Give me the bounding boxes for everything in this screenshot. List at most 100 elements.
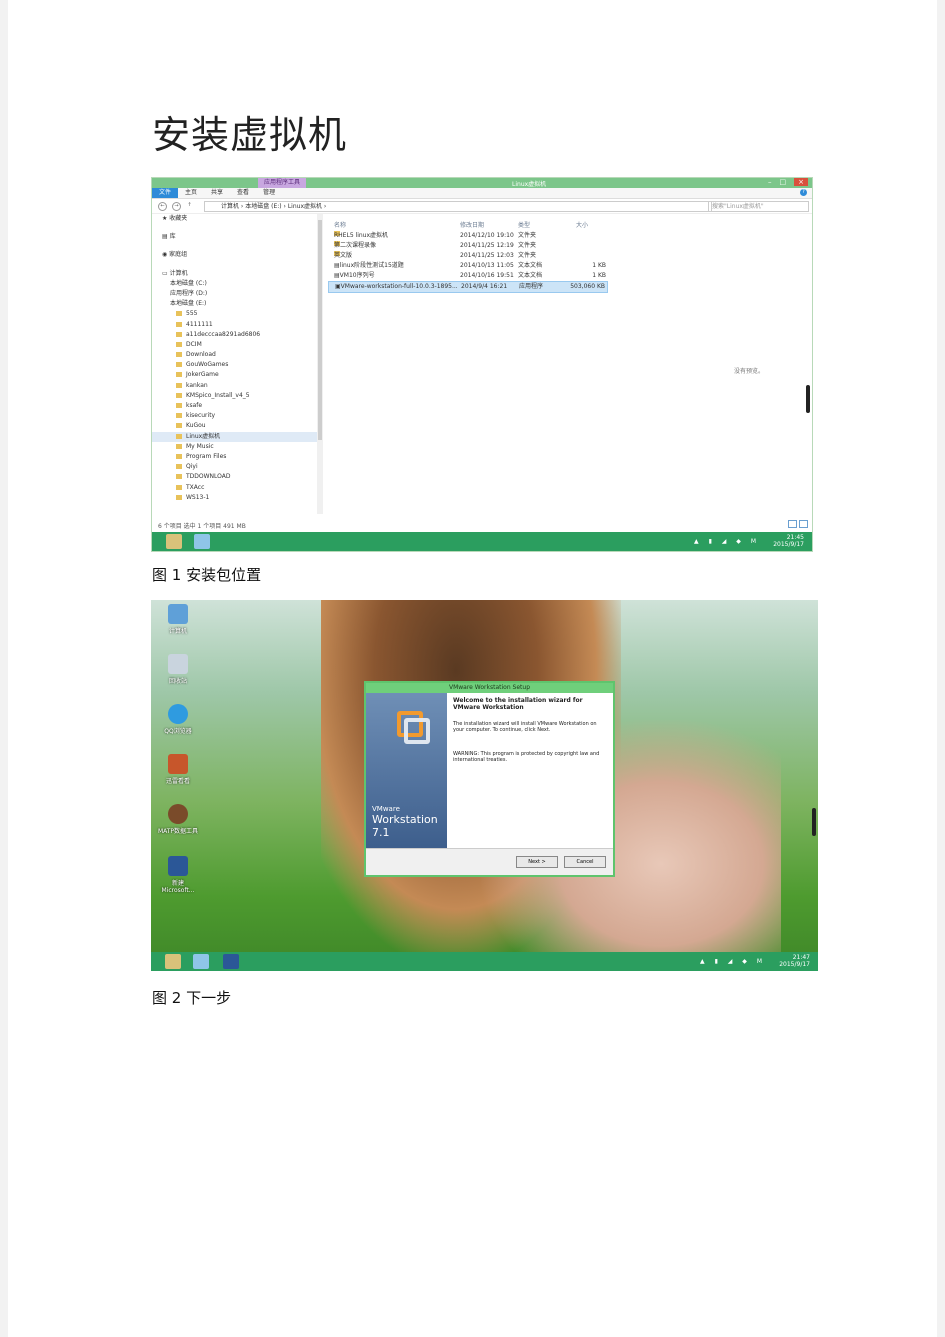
tray-icons: ▲ ▮ ◢ ◆ M (700, 958, 766, 965)
nav-folder-selected[interactable]: Linux虚拟机 (152, 431, 317, 442)
col-date[interactable]: 修改日期 (460, 220, 484, 229)
tab-view[interactable]: 查看 (230, 188, 256, 198)
file-row[interactable]: ▤ linux阶段性测试15道题 2014/10/13 11:05 文本文档 1 K… (328, 261, 608, 271)
taskbar: ▲ ▮ ◢ ◆ M 21:45 2015/9/17 (152, 532, 812, 551)
file-row-selected[interactable]: ▣ VMware-workstation-full-10.0.3-1895...… (328, 281, 608, 293)
status-bar: 6 个项目 选中 1 个项目 491 MB (158, 523, 246, 530)
vmware-logo-icon (404, 718, 430, 744)
scroll-handle[interactable] (812, 808, 816, 836)
help-icon[interactable]: ? (800, 189, 807, 196)
page-title: 安装虚拟机 (152, 113, 348, 157)
file-row[interactable]: ▤ VM10序列号 2014/10/16 19:51 文本文档 1 KB (328, 271, 608, 281)
search-input[interactable]: 搜索"Linux虚拟机" (708, 201, 809, 212)
details-view-icon[interactable] (788, 520, 797, 528)
desktop-icon-player[interactable]: 迅雷看看 (157, 754, 199, 785)
window-title: Linux虚拟机 (512, 181, 547, 188)
nav-folder[interactable]: kankan (152, 381, 317, 391)
desktop-icon-recycle-bin[interactable]: 回收站 (157, 654, 199, 685)
back-icon[interactable]: ← (158, 202, 167, 211)
nav-folder[interactable]: ksafe (152, 401, 317, 411)
up-icon[interactable]: ↑ (186, 202, 193, 209)
file-list: 名称 修改日期 类型 大小 RHEL5 linux虚拟机 2014/12/10 … (328, 220, 608, 293)
window-controls: – □ × (760, 178, 808, 186)
clock[interactable]: 21:47 2015/9/17 (779, 954, 810, 968)
scroll-handle[interactable] (806, 385, 810, 413)
file-row[interactable]: 英文版 2014/11/25 12:03 文件夹 (328, 251, 608, 261)
dialog-buttons: Next > Cancel (366, 848, 613, 875)
maximize-icon[interactable]: □ (780, 178, 787, 186)
desktop-icon-computer[interactable]: 计算机 (157, 604, 199, 635)
nav-drive-e[interactable]: 本地磁盘 (E:) (152, 299, 317, 309)
nav-folder[interactable]: GouWoGames (152, 360, 317, 370)
context-tab[interactable]: 应用程序工具 (258, 178, 307, 188)
ribbon-tabs: 文件 主页 共享 查看 管理 ? (152, 188, 812, 199)
nav-folder[interactable]: 4111111 (152, 320, 317, 330)
col-name[interactable]: 名称 (334, 220, 346, 229)
tab-share[interactable]: 共享 (204, 188, 230, 198)
file-list-header: 名称 修改日期 类型 大小 (328, 220, 608, 231)
nav-folder[interactable]: Download (152, 350, 317, 360)
dialog-heading: Welcome to the installation wizard for V… (453, 697, 583, 711)
nav-folder[interactable]: JokerGame (152, 370, 317, 380)
navigation-pane: ★ 收藏夹 ▤ 库 ◉ 家庭组 ▭ 计算机 本地磁盘 (C:) 应用程序 (D:… (152, 214, 317, 514)
nav-favorites[interactable]: ★ 收藏夹 (152, 214, 317, 224)
vmware-taskbar-icon[interactable] (193, 954, 209, 969)
nav-folder[interactable]: TDDOWNLOAD (152, 472, 317, 482)
nav-folder[interactable]: kisecurity (152, 411, 317, 421)
tiles-view-icon[interactable] (799, 520, 808, 528)
tab-file[interactable]: 文件 (152, 188, 179, 198)
file-explorer-icon[interactable] (166, 534, 182, 549)
word-taskbar-icon[interactable] (223, 954, 239, 969)
nav-folder[interactable]: TXAcc (152, 483, 317, 493)
tab-home[interactable]: 主页 (178, 188, 204, 198)
tray-icons: ▲ ▮ ◢ ◆ M (694, 538, 760, 545)
close-icon[interactable]: × (794, 178, 808, 186)
nav-folder[interactable]: DCIM (152, 340, 317, 350)
nav-scrollbar[interactable] (317, 214, 323, 514)
col-type[interactable]: 类型 (518, 220, 530, 229)
nav-folder[interactable]: WS13-1 (152, 493, 317, 503)
document-page: 安装虚拟机 应用程序工具 Linux虚拟机 – □ × 文件 主页 共享 查看 管理 ? ←… (8, 0, 937, 1337)
clock[interactable]: 21:45 2015/9/17 (773, 534, 804, 548)
figure-caption-1: 图 1 安装包位置 (152, 566, 262, 584)
nav-folder[interactable]: Qiyi (152, 462, 317, 472)
dialog-body: The installation wizard will install VMw… (453, 721, 597, 733)
col-size[interactable]: 大小 (576, 220, 588, 229)
preview-pane-text: 没有预览。 (734, 368, 765, 375)
brand-label: VMware (372, 805, 400, 813)
tab-manage[interactable]: 管理 (256, 188, 282, 198)
explorer-titlebar: 应用程序工具 Linux虚拟机 – □ × (152, 178, 812, 188)
taskbar: ▲ ▮ ◢ ◆ M 21:47 2015/9/17 (151, 952, 818, 971)
dialog-title: VMware Workstation Setup (366, 683, 613, 693)
dialog-warning: WARNING: This program is protected by co… (453, 751, 600, 763)
nav-folder[interactable]: Program Files (152, 452, 317, 462)
desktop-icon-word-doc[interactable]: 新建 Microsoft... (157, 856, 199, 894)
nav-folder[interactable]: 555 (152, 309, 317, 319)
cancel-button[interactable]: Cancel (564, 856, 606, 868)
vmware-taskbar-icon[interactable] (194, 534, 210, 549)
forward-icon[interactable]: → (172, 202, 181, 211)
nav-homegroup[interactable]: ◉ 家庭组 (152, 250, 317, 260)
dialog-content: Welcome to the installation wizard for V… (447, 693, 613, 849)
next-button[interactable]: Next > (516, 856, 558, 868)
nav-drive-c[interactable]: 本地磁盘 (C:) (152, 279, 317, 289)
address-input[interactable]: 计算机 › 本地磁盘 (E:) › Linux虚拟机 › (204, 201, 712, 212)
explorer-screenshot: 应用程序工具 Linux虚拟机 – □ × 文件 主页 共享 查看 管理 ? ← → ↑ 计… (151, 177, 813, 552)
figure-caption-2: 图 2 下一步 (152, 989, 232, 1007)
nav-computer[interactable]: ▭ 计算机 (152, 269, 317, 279)
desktop-screenshot: 计算机 回收站 QQ浏览器 迅雷看看 MATP数据工具 新建 Microsoft… (151, 600, 818, 971)
nav-folder[interactable]: My Music (152, 442, 317, 452)
desktop-icon-tool[interactable]: MATP数据工具 (157, 804, 199, 835)
view-buttons (786, 520, 808, 530)
nav-drive-d[interactable]: 应用程序 (D:) (152, 289, 317, 299)
nav-folder[interactable]: KMSpico_Install_v4_5 (152, 391, 317, 401)
nav-library[interactable]: ▤ 库 (152, 232, 317, 242)
desktop-icon-browser[interactable]: QQ浏览器 (157, 704, 199, 735)
nav-folder[interactable]: a11decccaa8291ad6806 (152, 330, 317, 340)
file-row[interactable]: 第二次课程录像 2014/11/25 12:19 文件夹 (328, 241, 608, 251)
nav-folder[interactable]: KuGou (152, 421, 317, 431)
minimize-icon[interactable]: – (768, 178, 772, 186)
file-explorer-icon[interactable] (165, 954, 181, 969)
product-label: Workstation 7.1 (372, 813, 438, 839)
file-row[interactable]: RHEL5 linux虚拟机 2014/12/10 19:10 文件夹 (328, 231, 608, 241)
